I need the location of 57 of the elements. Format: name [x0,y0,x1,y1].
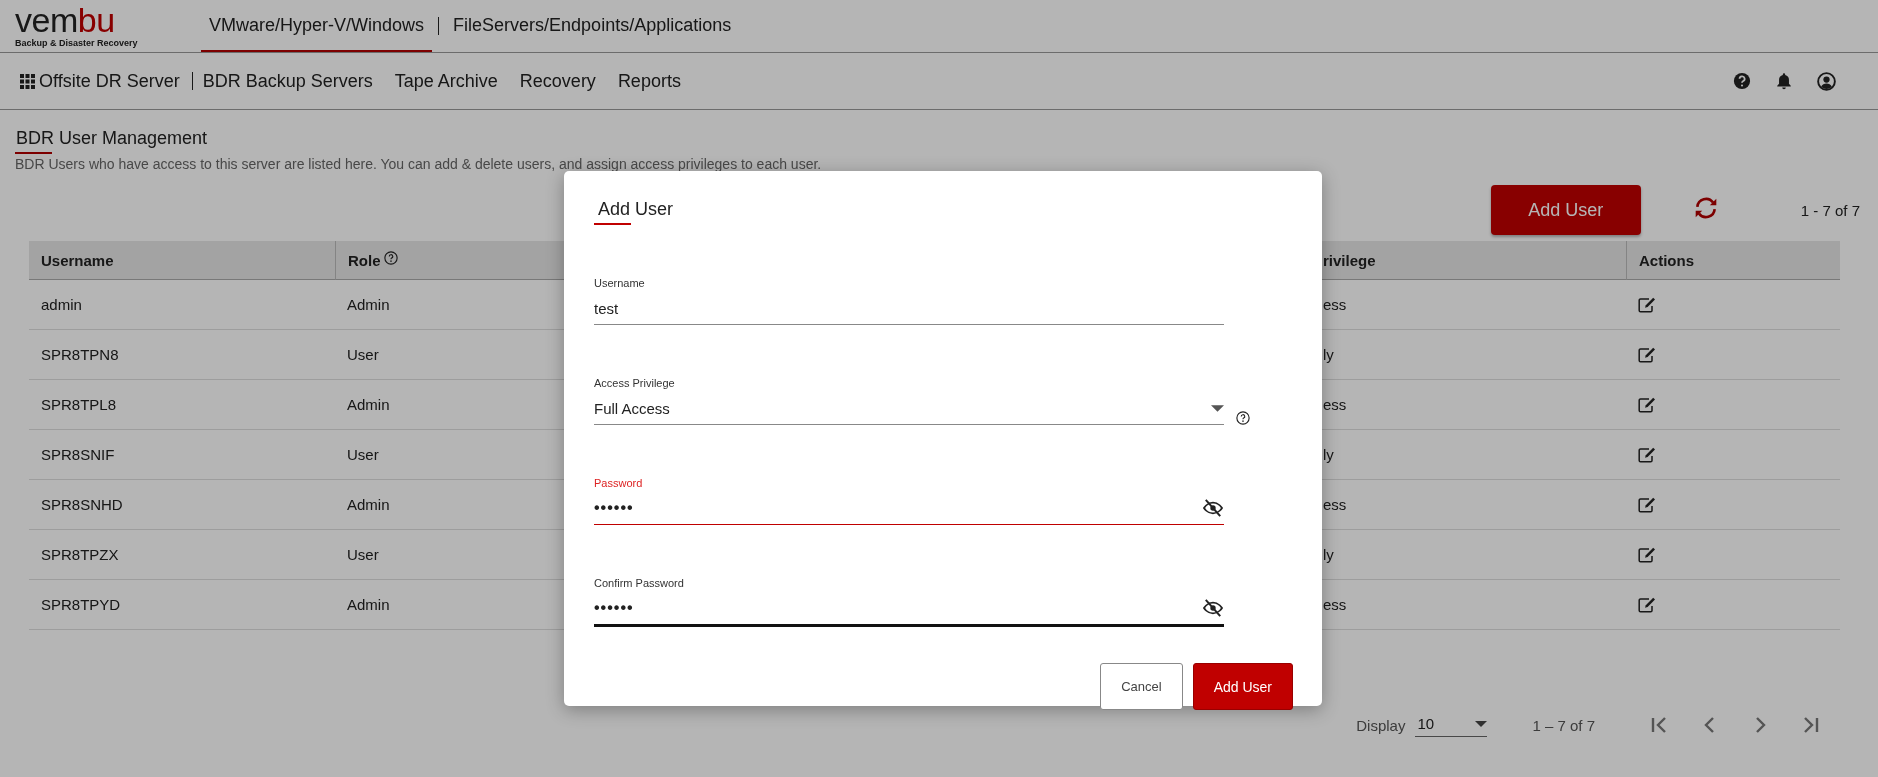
table-cell: admin [29,280,335,330]
edit-icon[interactable] [1638,596,1656,613]
table-cell: ess [1323,480,1626,530]
help-icon[interactable] [383,250,398,265]
input-field[interactable]: Password •••••• [594,477,1224,525]
product-tab[interactable]: FileServers/Endpoints/Applications [445,0,740,52]
bell-icon[interactable] [1775,72,1793,90]
cancel-button[interactable]: Cancel [1100,663,1183,710]
server-menu[interactable]: Offsite DR Server [39,70,180,92]
column-header: Username [29,241,335,280]
edit-icon[interactable] [1638,346,1656,363]
edit-icon[interactable] [1638,496,1656,513]
record-count: 1 - 7 of 7 [1800,201,1860,219]
eye-off-icon[interactable] [1202,599,1224,617]
table-cell: SPR8SNIF [29,430,335,480]
help-icon[interactable] [1236,411,1250,425]
column-header: Actions [1626,241,1840,280]
edit-icon[interactable] [1638,296,1656,313]
nav-item[interactable]: Recovery [519,70,596,92]
add-user-button[interactable]: Add User [1490,185,1641,235]
access-privilege-select[interactable]: Access Privilege Full Access [594,377,1224,425]
table-cell: ess [1323,380,1626,430]
table-cell: ess [1323,280,1626,330]
table-cell: ly [1323,430,1626,480]
eye-off-icon[interactable] [1202,499,1224,517]
logo-tagline: Backup & Disaster Recovery [15,38,138,48]
table-cell: ly [1323,330,1626,380]
nav-item[interactable]: Reports [617,70,681,92]
logo-wordmark: vembu [15,3,115,37]
nav-item[interactable]: BDR Backup Servers [202,70,373,92]
display-label: Display [1356,716,1406,734]
edit-icon[interactable] [1638,446,1656,463]
help-icon[interactable] [1733,72,1751,90]
page-range: 1 – 7 of 7 [1532,716,1595,734]
user-icon[interactable] [1817,71,1836,91]
edit-icon[interactable] [1638,396,1656,413]
dialog-title: Add User [598,199,674,220]
table-cell: SPR8TPYD [29,580,335,630]
caret-icon [1475,720,1488,727]
table-cell: SPR8TPZX [29,530,335,580]
table-cell: ly [1323,530,1626,580]
apps-grid-icon[interactable] [20,73,35,89]
input-field[interactable]: Username test [594,277,1224,325]
page-size-select[interactable]: 10 [1415,713,1488,737]
product-tab[interactable]: VMware/Hyper-V/Windows [201,0,433,52]
page-description: BDR Users who have access to this server are listed here. You can add & delete users, and assign access privileges to each user. [15,156,823,172]
edit-icon[interactable] [1638,546,1656,563]
caret-icon [1211,404,1224,412]
table-cell: SPR8SNHD [29,480,335,530]
column-header: rivilege [1323,241,1626,280]
add-user-button[interactable]: Add User [1192,663,1293,710]
input-field[interactable]: Confirm Password •••••• [594,577,1224,627]
table-cell: SPR8TPN8 [29,330,335,380]
table-cell: SPR8TPL8 [29,380,335,430]
table-cell: ess [1323,580,1626,630]
page-title: BDR User Management [15,128,208,149]
nav-item[interactable]: Tape Archive [394,70,498,92]
